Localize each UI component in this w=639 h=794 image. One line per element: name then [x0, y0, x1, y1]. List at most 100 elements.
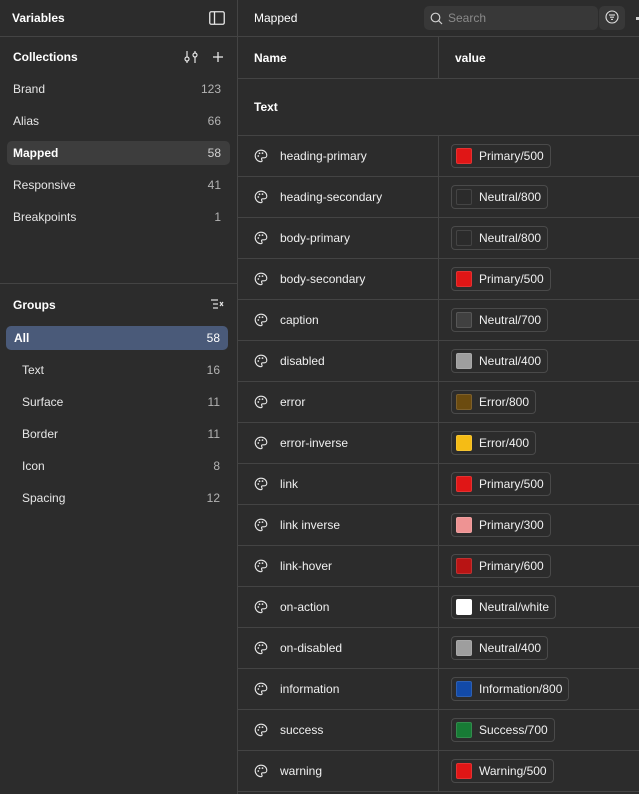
alias-label: Neutral/white [479, 600, 550, 614]
variable-name: heading-primary [280, 149, 367, 163]
collection-item-alias[interactable]: Alias 66 [7, 109, 230, 133]
alias-chip[interactable]: Neutral/white [451, 595, 557, 619]
table-row[interactable]: body-primary Neutral/800 [238, 218, 639, 259]
palette-icon [254, 313, 280, 327]
group-item-border[interactable]: Border 11 [6, 422, 228, 446]
collection-label: Alias [13, 114, 40, 128]
variable-name: body-secondary [280, 272, 366, 286]
group-heading-row: Text [238, 79, 639, 136]
variable-value-cell: Neutral/800 [439, 177, 549, 217]
collection-count: 66 [207, 114, 221, 128]
variable-name-cell: link-hover [238, 546, 439, 586]
alias-chip[interactable]: Primary/600 [451, 554, 551, 578]
collection-item-mapped[interactable]: Mapped 58 [7, 141, 230, 165]
table-row[interactable]: link-hover Primary/600 [238, 546, 639, 587]
table-row[interactable]: disabled Neutral/400 [238, 341, 639, 382]
variable-name-cell: heading-secondary [238, 177, 439, 217]
search-box[interactable] [424, 6, 598, 30]
alias-chip[interactable]: Primary/500 [451, 144, 551, 168]
group-item-spacing[interactable]: Spacing 12 [6, 486, 228, 510]
table-row[interactable]: body-secondary Primary/500 [238, 259, 639, 300]
group-item-surface[interactable]: Surface 11 [6, 390, 228, 414]
alias-label: Neutral/800 [479, 231, 542, 245]
palette-icon [254, 477, 280, 491]
variable-name: body-primary [280, 231, 351, 245]
table-row[interactable]: success Success/700 [238, 710, 639, 751]
table-row[interactable]: warning Warning/500 [238, 751, 639, 792]
alias-chip[interactable]: Primary/300 [451, 513, 551, 537]
variable-name-cell: caption [238, 300, 439, 340]
group-label: Icon [22, 459, 45, 473]
alias-chip[interactable]: Neutral/800 [451, 185, 549, 209]
filter-button[interactable] [599, 6, 625, 30]
collection-item-brand[interactable]: Brand 123 [7, 77, 230, 101]
add-collection-icon[interactable] [212, 51, 224, 63]
variable-name: information [280, 682, 340, 696]
table-row[interactable]: link Primary/500 [238, 464, 639, 505]
collection-item-breakpoints[interactable]: Breakpoints 1 [7, 205, 230, 229]
variable-value-cell: Primary/300 [439, 505, 551, 545]
color-swatch [456, 353, 472, 369]
table-row[interactable]: information Information/800 [238, 669, 639, 710]
collection-title: Mapped [254, 11, 298, 25]
table-row[interactable]: on-action Neutral/white [238, 587, 639, 628]
variable-value-cell: Error/400 [439, 423, 537, 463]
group-item-text[interactable]: Text 16 [6, 358, 228, 382]
column-header-name[interactable]: Name [238, 37, 439, 78]
collection-item-responsive[interactable]: Responsive 41 [7, 173, 230, 197]
table-row[interactable]: heading-primary Primary/500 [238, 136, 639, 177]
collection-count: 1 [214, 210, 221, 224]
variable-name: error-inverse [280, 436, 349, 450]
palette-icon [254, 231, 280, 245]
alias-chip[interactable]: Error/400 [451, 431, 537, 455]
alias-chip[interactable]: Information/800 [451, 677, 570, 701]
variable-name: warning [280, 764, 323, 778]
group-item-all[interactable]: All 58 [6, 326, 228, 350]
collection-label: Brand [13, 82, 46, 96]
group-item-icon[interactable]: Icon 8 [6, 454, 228, 478]
table-row[interactable]: heading-secondary Neutral/800 [238, 177, 639, 218]
palette-icon [254, 559, 280, 573]
adjust-icon[interactable] [184, 50, 198, 64]
alias-chip[interactable]: Neutral/700 [451, 308, 549, 332]
alias-chip[interactable]: Primary/500 [451, 267, 551, 291]
palette-icon [254, 682, 280, 696]
collections-header: Collections [0, 37, 237, 77]
variable-name-cell: disabled [238, 341, 439, 381]
variable-name: success [280, 723, 324, 737]
table-row[interactable]: caption Neutral/700 [238, 300, 639, 341]
alias-chip[interactable]: Neutral/800 [451, 226, 549, 250]
table-row[interactable]: error-inverse Error/400 [238, 423, 639, 464]
collapse-groups-icon[interactable] [210, 298, 224, 313]
variable-name: on-disabled [280, 641, 343, 655]
palette-icon [254, 600, 280, 614]
palette-icon [254, 764, 280, 778]
column-header-value[interactable]: value [439, 37, 486, 78]
alias-chip[interactable]: Primary/500 [451, 472, 551, 496]
alias-chip[interactable]: Success/700 [451, 718, 555, 742]
table-row[interactable]: error Error/800 [238, 382, 639, 423]
group-label: Surface [22, 395, 64, 409]
palette-icon [254, 436, 280, 450]
alias-chip[interactable]: Error/800 [451, 390, 537, 414]
alias-chip[interactable]: Neutral/400 [451, 349, 549, 373]
variable-value-cell: Neutral/400 [439, 628, 549, 668]
palette-icon [254, 190, 280, 204]
table-toolbar: Mapped [238, 0, 639, 37]
table-row[interactable]: link inverse Primary/300 [238, 505, 639, 546]
variable-name-cell: error-inverse [238, 423, 439, 463]
alias-chip[interactable]: Warning/500 [451, 759, 554, 783]
search-input[interactable] [448, 11, 588, 25]
variable-value-cell: Warning/500 [439, 751, 554, 791]
group-count: 8 [213, 459, 220, 473]
alias-chip[interactable]: Neutral/400 [451, 636, 549, 660]
table-row[interactable]: on-disabled Neutral/400 [238, 628, 639, 669]
palette-icon [254, 395, 280, 409]
variable-name-cell: information [238, 669, 439, 709]
sidebar-title: Variables [12, 11, 65, 25]
color-swatch [456, 435, 472, 451]
alias-label: Primary/500 [479, 272, 544, 286]
variable-name-cell: warning [238, 751, 439, 791]
color-swatch [456, 763, 472, 779]
sidebar-toggle-icon[interactable] [209, 11, 225, 25]
